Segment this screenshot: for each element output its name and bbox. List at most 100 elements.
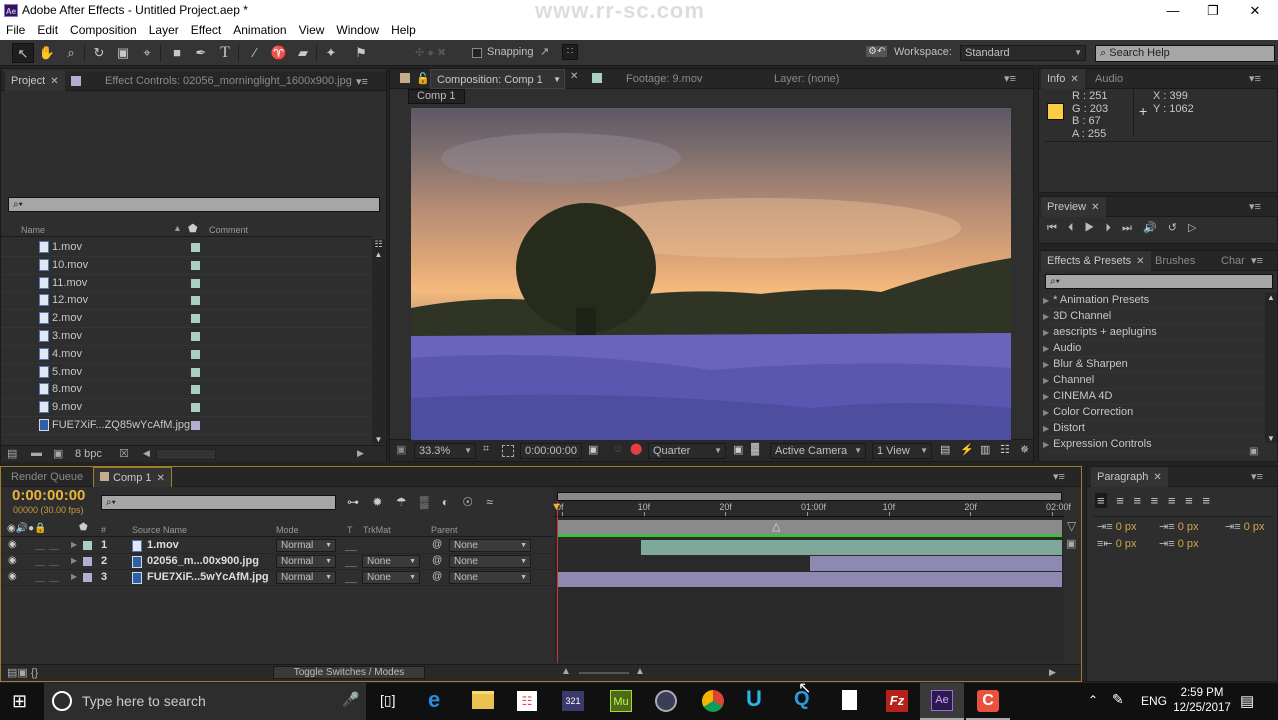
expand-triangle-icon[interactable]: ▶ xyxy=(71,572,77,581)
menu-animation[interactable]: Animation xyxy=(227,21,292,37)
layer-source-name[interactable]: 02056_m...00x900.jpg xyxy=(147,555,259,567)
scroll-right-icon[interactable]: ▶ xyxy=(1049,667,1056,678)
mask-visibility-icon[interactable] xyxy=(502,445,514,457)
action-center-icon[interactable]: ▤ xyxy=(1240,692,1254,710)
hide-shy-layers-icon[interactable]: ☂ xyxy=(396,495,407,509)
expand-triangle-icon[interactable]: ▶ xyxy=(1043,296,1049,305)
menu-effect[interactable]: Effect xyxy=(185,21,227,37)
effects-category[interactable]: ▶ Audio xyxy=(1043,341,1263,357)
layer-row[interactable]: ◉ ▶ 1 1.mov Normal ▼ @ None ▼ xyxy=(1,538,553,554)
draft-3d-icon[interactable]: ✹ xyxy=(372,495,382,509)
layer-source-name[interactable]: FUE7XiF...5wYcAfM.jpg xyxy=(147,571,269,583)
solo-switch[interactable] xyxy=(35,540,45,550)
panel-menu-icon[interactable]: ▾≡ xyxy=(1251,254,1263,267)
blend-mode-dropdown[interactable]: Normal ▼ xyxy=(276,539,336,552)
project-item[interactable]: 1.mov xyxy=(1,239,371,257)
resolution-dropdown[interactable]: Quarter ▼ xyxy=(648,443,726,459)
label-color-swatch[interactable] xyxy=(191,278,200,288)
puppet-pin-tool-icon[interactable]: ⚑ xyxy=(350,43,372,63)
label-color-swatch[interactable] xyxy=(191,403,200,413)
trkmat-dropdown[interactable]: None ▼ xyxy=(362,571,420,584)
horizontal-scroll-thumb[interactable] xyxy=(156,449,216,460)
project-item[interactable]: 5.mov xyxy=(1,364,371,382)
windows-start-icon[interactable]: ⊞ xyxy=(12,691,27,712)
lock-switch[interactable] xyxy=(49,540,59,550)
parent-dropdown[interactable]: None ▼ xyxy=(449,539,531,552)
timeline-icon[interactable]: ▥ xyxy=(980,443,990,456)
camera-tool-icon[interactable]: ▣ xyxy=(112,43,134,63)
tab-render-queue[interactable]: Render Queue xyxy=(5,467,89,487)
tab-effects-presets[interactable]: Effects & Presets ✕ xyxy=(1041,251,1151,271)
motion-blur-icon[interactable]: ◐ xyxy=(442,495,449,509)
project-item[interactable]: 4.mov xyxy=(1,346,371,364)
search-help-input[interactable]: ⌕ Search Help xyxy=(1095,45,1275,62)
flowchart-icon[interactable]: ☷ xyxy=(1000,443,1010,456)
composition-mini-flowchart-icon[interactable]: ⊶ xyxy=(347,495,359,509)
selection-tool-icon[interactable]: ↖ xyxy=(12,43,34,63)
type-tool-icon[interactable]: T xyxy=(214,43,236,63)
expand-triangle-icon[interactable]: ▶ xyxy=(1043,328,1049,337)
previous-frame-icon[interactable]: ⏴ xyxy=(1068,222,1074,234)
current-time-display[interactable]: 0:00:00:00 xyxy=(520,443,582,459)
preserve-transparency-checkbox[interactable] xyxy=(345,556,357,567)
effects-category[interactable]: ▶ 3D Channel xyxy=(1043,309,1263,325)
brush-tool-icon[interactable]: ∕ xyxy=(244,43,266,63)
column-source-name[interactable]: Source Name xyxy=(132,525,187,535)
language-indicator[interactable]: ENG xyxy=(1141,694,1167,708)
ultraedit-icon[interactable]: U xyxy=(746,686,762,712)
magnification-dropdown[interactable]: 33.3% ▼ xyxy=(414,443,476,459)
tab-effect-controls[interactable]: Effect Controls: 02056_morninglight_1600… xyxy=(99,71,358,91)
composition-viewer[interactable] xyxy=(411,108,1011,440)
next-frame-icon[interactable]: ⏵ xyxy=(1105,222,1111,234)
pick-whip-icon[interactable]: @ xyxy=(432,555,442,566)
indent-first-line-field[interactable]: ⇥≡ 0 px xyxy=(1225,520,1265,533)
menu-edit[interactable]: Edit xyxy=(31,21,64,37)
tab-preview[interactable]: Preview ✕ xyxy=(1041,197,1106,217)
scroll-right-icon[interactable]: ▶ xyxy=(357,448,364,459)
expand-triangle-icon[interactable]: ▶ xyxy=(1043,312,1049,321)
tab-layer[interactable]: Layer: (none) xyxy=(768,69,845,89)
menu-view[interactable]: View xyxy=(293,21,331,37)
play-icon[interactable]: ▶ xyxy=(1085,222,1095,234)
frame-blending-icon[interactable]: ▒ xyxy=(420,495,429,509)
clone-stamp-tool-icon[interactable]: ♈ xyxy=(268,43,290,63)
layer-label-swatch[interactable] xyxy=(83,557,92,566)
expand-triangle-icon[interactable]: ▶ xyxy=(1043,376,1049,385)
project-scrollbar[interactable]: ☷ ▲ ▼ xyxy=(372,239,385,444)
task-view-icon[interactable]: [▯] xyxy=(380,692,395,709)
region-of-interest-icon[interactable]: ▣ xyxy=(733,443,743,456)
timeline-search-input[interactable]: ⌕▾ xyxy=(101,495,336,510)
store-icon[interactable]: ☷ xyxy=(517,691,537,711)
effects-scrollbar[interactable]: ▲ ▼ xyxy=(1265,293,1277,443)
project-item[interactable]: 3.mov xyxy=(1,328,371,346)
tab-paragraph[interactable]: Paragraph ✕ xyxy=(1091,467,1168,487)
parent-dropdown[interactable]: None ▼ xyxy=(449,555,531,568)
panel-menu-icon[interactable]: ▾≡ xyxy=(1251,470,1263,483)
project-item[interactable]: FUE7XiF...ZQ85wYcAfM.jpg xyxy=(1,417,371,435)
layer-switches-icons[interactable]: ▤▣ {} xyxy=(7,666,38,679)
eraser-tool-icon[interactable]: ▰ xyxy=(292,43,314,63)
file-explorer-icon[interactable] xyxy=(472,691,494,709)
tab-footage[interactable]: Footage: 9.mov xyxy=(620,69,708,89)
align-center-icon[interactable]: ≡ xyxy=(1116,493,1124,508)
show-snapshot-icon[interactable]: ☺ xyxy=(612,443,623,455)
tab-project[interactable]: Project ✕ xyxy=(5,71,65,91)
snap-feather-icon[interactable]: ↗ xyxy=(540,45,549,58)
label-color-swatch[interactable] xyxy=(191,243,200,252)
layer-duration-bar[interactable] xyxy=(809,556,1062,571)
ram-preview-icon[interactable]: ▷ xyxy=(1188,222,1196,234)
label-color-swatch[interactable] xyxy=(191,331,200,341)
lock-icon[interactable]: 🔓 xyxy=(416,72,430,85)
loop-icon[interactable]: ↺ xyxy=(1168,222,1177,234)
filezilla-icon[interactable]: Fz xyxy=(886,690,908,712)
tab-brushes[interactable]: Brushes xyxy=(1149,251,1201,271)
trash-icon[interactable]: ☒ xyxy=(119,447,129,460)
trkmat-dropdown[interactable]: None ▼ xyxy=(362,555,420,568)
hand-tool-icon[interactable]: ✋ xyxy=(36,43,58,63)
justify-all-icon[interactable]: ≡ xyxy=(1202,493,1210,508)
menu-layer[interactable]: Layer xyxy=(143,21,185,37)
last-frame-icon[interactable]: ⏭ xyxy=(1122,222,1132,234)
view-layout-dropdown[interactable]: 1 View ▼ xyxy=(872,443,932,459)
project-item[interactable]: 8.mov xyxy=(1,381,371,400)
workspace-dropdown[interactable]: Standard ▼ xyxy=(960,45,1086,61)
